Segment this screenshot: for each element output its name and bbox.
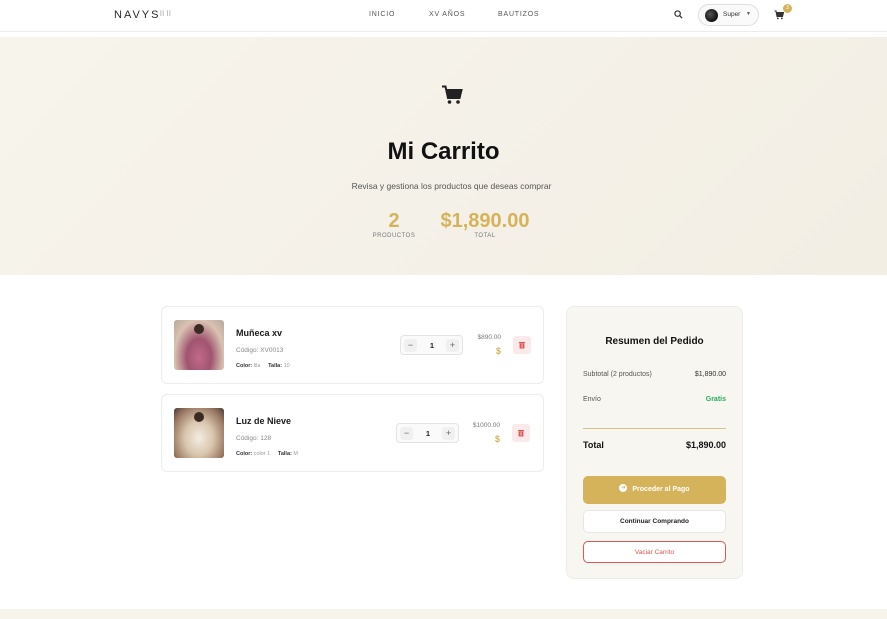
product-image[interactable] [174,408,224,458]
remove-item-button[interactable] [513,336,531,354]
total-label: Total [583,440,604,450]
subtotal-label: Subtotal (2 productos) [583,371,652,378]
arrow-circle-icon: ➜ [619,484,628,493]
chevron-down-icon: ▼ [746,11,751,17]
summary-title: Resumen del Pedido [605,336,704,347]
trash-icon [518,430,524,437]
product-name[interactable]: Luz de Nieve [236,416,291,426]
empty-cart-button[interactable]: Vaciar Carrito [583,541,726,563]
page-title: Mi Carrito [387,138,500,165]
search-icon[interactable] [674,10,683,19]
subtotal-value: $1,890.00 [694,371,726,378]
total-value: $1,890.00 [685,440,726,450]
product-name[interactable]: Muñeca xv [236,328,282,338]
product-code: Código: XV0013 [236,347,284,354]
order-summary: Resumen del Pedido Subtotal (2 productos… [566,306,743,579]
cart-icon [442,85,463,104]
line-total: $ [496,346,502,356]
stat-total-value: $1,890.00 [440,210,530,232]
quantity-value[interactable]: 1 [421,341,443,350]
continue-shopping-button[interactable]: Continuar Comprando [583,510,726,533]
stat-total-label: TOTAL [474,233,496,239]
trash-icon [519,342,525,349]
product-image[interactable] [174,320,224,370]
logo-tagline: ꟾꟾ ꟾꟾ [160,12,172,18]
stat-products-label: PRODUCTOS [372,233,416,239]
nav-link-bautizos[interactable]: BAUTIZOS [498,11,539,18]
nav-link-xv-anos[interactable]: XV AÑOS [429,11,465,18]
quantity-stepper: − 1 + [396,423,459,443]
logo[interactable]: NAVYS [114,9,160,21]
product-attributes: Color: lila Talla: 10 [236,363,290,369]
nav-link-inicio[interactable]: INICIO [369,11,395,18]
product-code: Código: 128 [236,435,272,442]
decrease-quantity-button[interactable]: − [404,339,417,352]
avatar [705,9,718,22]
stat-products-count: 2 [388,210,400,232]
summary-divider [583,428,726,429]
cart-icon[interactable] [774,10,784,20]
quantity-value[interactable]: 1 [417,429,439,438]
cart-item: Luz de Nieve Código: 128 Color: color 1 … [161,394,544,472]
decrease-quantity-button[interactable]: − [400,427,413,440]
page-subtitle: Revisa y gestiona los productos que dese… [351,181,552,191]
increase-quantity-button[interactable]: + [446,339,459,352]
top-navbar: NAVYS ꟾꟾ ꟾꟾ INICIO XV AÑOS BAUTIZOS Supe… [0,0,887,32]
shipping-value: Gratis [705,396,726,403]
footer-strip [0,609,887,619]
checkout-button[interactable]: ➜ Proceder al Pago [583,476,726,504]
remove-item-button[interactable] [512,424,530,442]
cart-count-badge: 3 [783,4,792,13]
product-price: $890.00 [477,334,502,341]
user-name: Super [723,11,741,18]
user-menu[interactable]: Super ▼ [698,4,759,26]
increase-quantity-button[interactable]: + [442,427,455,440]
product-price: $1000.00 [472,422,500,429]
shipping-label: Envío [583,396,601,403]
cart-hero: Mi Carrito Revisa y gestiona los product… [0,37,887,275]
product-attributes: Color: color 1 Talla: M [236,451,298,457]
quantity-stepper: − 1 + [400,335,463,355]
line-total: $ [495,434,501,444]
cart-item: Muñeca xv Código: XV0013 Color: lila Tal… [161,306,544,384]
